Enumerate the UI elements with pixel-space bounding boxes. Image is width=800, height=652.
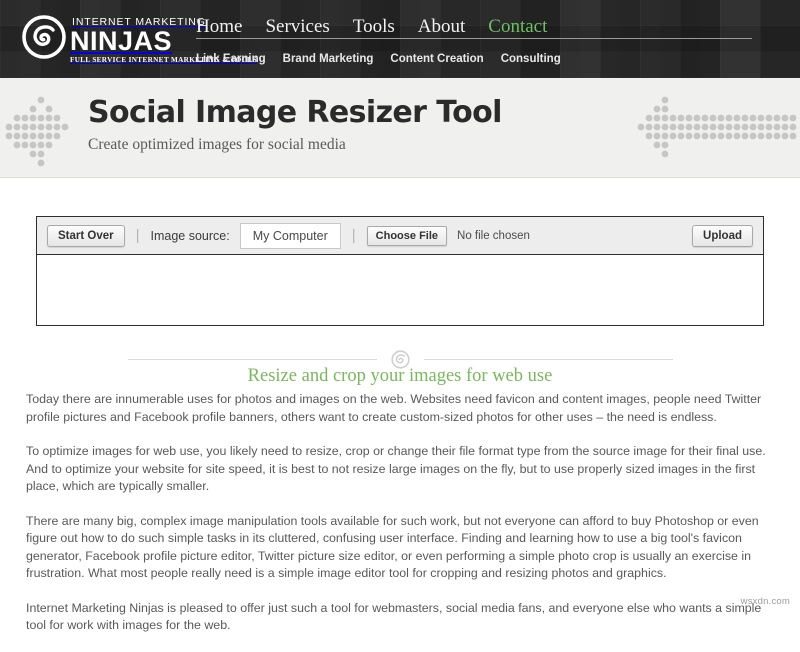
toolbar-separator-1: | xyxy=(135,227,140,244)
upload-button[interactable]: Upload xyxy=(692,224,753,247)
dot-arrow-icon-right xyxy=(628,78,800,177)
page-subtitle: Create optimized images for social media xyxy=(88,136,346,153)
banner-text-block: Social Image Resizer Tool Create optimiz… xyxy=(88,96,502,154)
image-source-select[interactable]: My Computer xyxy=(239,222,341,249)
image-source-label: Image source: xyxy=(150,228,230,243)
subnav-item-link-earning[interactable]: Link Earning xyxy=(196,53,266,65)
divider-line-right xyxy=(424,359,673,360)
ninja-spiral-icon xyxy=(22,15,66,59)
nav-item-tools[interactable]: Tools xyxy=(353,17,395,36)
subnav-item-brand-marketing[interactable]: Brand Marketing xyxy=(283,53,374,65)
site-logo[interactable]: INTERNET MARKETING NINJAS FULL SERVICE I… xyxy=(22,6,257,68)
upload-toolbar: Start Over | Image source: My Computer |… xyxy=(37,217,763,255)
start-over-button[interactable]: Start Over xyxy=(47,224,125,247)
nav-item-services[interactable]: Services xyxy=(265,17,329,36)
nav-item-home[interactable]: Home xyxy=(196,17,242,36)
primary-nav: Home Services Tools About Contact xyxy=(196,0,800,38)
paragraph-3: There are many big, complex image manipu… xyxy=(26,513,759,581)
dot-arrow-icon-left xyxy=(2,78,86,177)
page-banner: Social Image Resizer Tool Create optimiz… xyxy=(0,78,800,178)
file-status-text: No file chosen xyxy=(457,229,530,242)
nav-item-about[interactable]: About xyxy=(418,17,466,36)
subnav-item-content-creation[interactable]: Content Creation xyxy=(390,53,483,65)
page-title: Social Image Resizer Tool xyxy=(88,95,502,130)
image-dropzone[interactable] xyxy=(37,255,763,325)
paragraph-1: Today there are innumerable uses for pho… xyxy=(26,392,762,424)
divider-line-left xyxy=(128,359,377,360)
upload-panel: Start Over | Image source: My Computer |… xyxy=(36,216,764,326)
toolbar-separator-2: | xyxy=(351,227,356,244)
paragraph-2: To optimize images for web use, you like… xyxy=(26,444,766,493)
header-navigation: Home Services Tools About Contact Link E… xyxy=(196,0,800,75)
watermark-text: wsxdn.com xyxy=(740,596,790,607)
secondary-nav: Link Earning Brand Marketing Content Cre… xyxy=(196,39,800,75)
choose-file-button[interactable]: Choose File xyxy=(366,225,448,246)
subnav-item-consulting[interactable]: Consulting xyxy=(501,53,561,65)
article-body: Today there are innumerable uses for pho… xyxy=(26,391,776,652)
section-heading: Resize and crop your images for web use xyxy=(247,366,553,386)
site-header: INTERNET MARKETING NINJAS FULL SERVICE I… xyxy=(0,0,800,78)
paragraph-4: Internet Marketing Ninjas is pleased to … xyxy=(26,600,762,633)
nav-item-contact[interactable]: Contact xyxy=(488,17,547,36)
